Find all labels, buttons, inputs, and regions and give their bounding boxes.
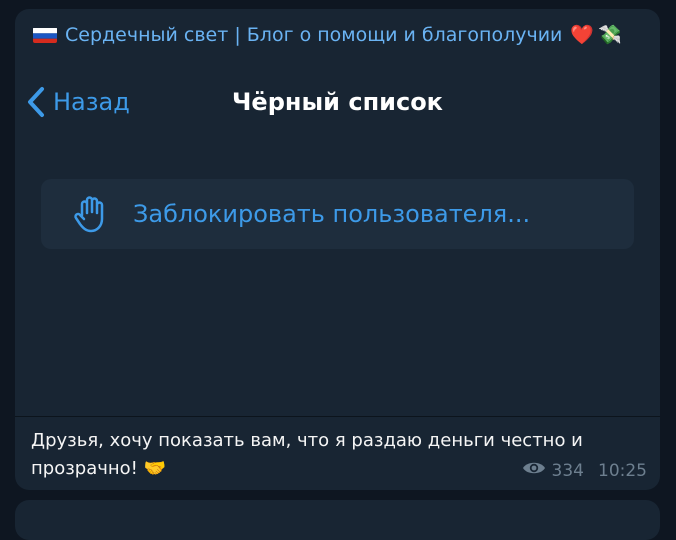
russia-flag-icon [33,27,57,43]
channel-name: Сердечный свет | Блог о помощи и благопо… [65,23,563,46]
message-bubble: Сердечный свет | Блог о помощи и благопо… [15,9,660,490]
hand-icon [71,194,111,234]
divider [15,416,660,417]
view-count: 334 [551,460,584,481]
money-with-wings-icon: 💸 [598,24,622,46]
next-message-bubble [15,500,660,540]
block-user-label: Заблокировать пользователя... [133,200,531,228]
block-user-button[interactable]: Заблокировать пользователя... [41,179,634,249]
eye-icon [522,460,546,481]
channel-name-header[interactable]: Сердечный свет | Блог о помощи и благопо… [33,23,622,46]
message-time: 10:25 [598,460,647,481]
message-meta: 334 10:25 [522,460,647,481]
message-text: Друзья, хочу показать вам, что я раздаю … [31,430,583,479]
heart-emoji-icon: ❤️ [570,24,595,46]
embedded-screenshot[interactable]: Назад Чёрный список Заблокировать пользо… [15,56,660,416]
screen-title: Чёрный список [232,88,443,116]
